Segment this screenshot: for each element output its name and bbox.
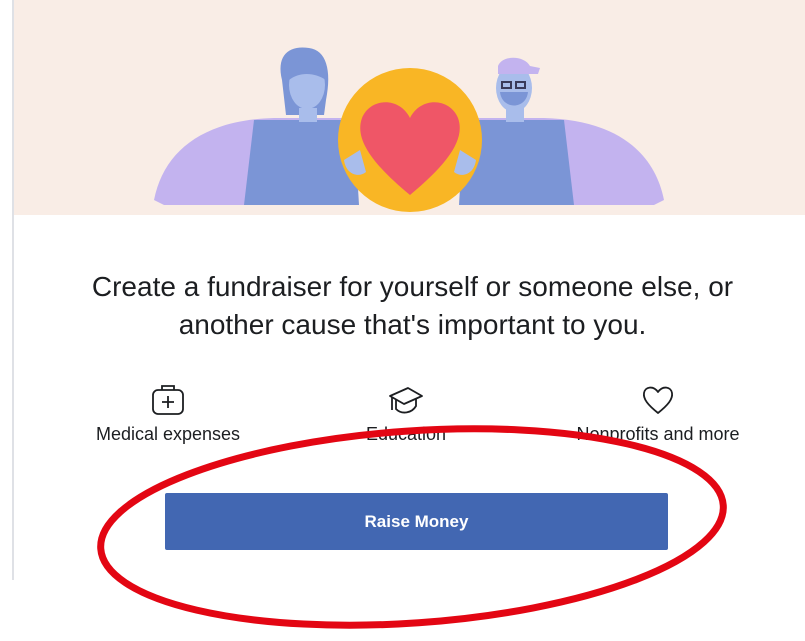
category-education[interactable]: Education xyxy=(306,382,506,452)
headline-line-1: Create a fundraiser for yourself or some… xyxy=(91,271,734,302)
category-list: Medical expenses Education Nonprofits an… xyxy=(40,382,800,452)
left-person-figure xyxy=(154,47,359,205)
fundraiser-page: Create a fundraiser for yourself or some… xyxy=(0,0,805,641)
category-medical[interactable]: Medical expenses xyxy=(68,382,268,452)
heart-coin xyxy=(338,68,482,212)
medical-kit-icon xyxy=(152,385,184,415)
hero-banner xyxy=(14,0,805,215)
right-person-figure xyxy=(459,57,664,205)
raise-money-button[interactable]: Raise Money xyxy=(165,493,668,550)
heart-icon xyxy=(643,386,673,414)
category-nonprofits[interactable]: Nonprofits and more xyxy=(546,382,770,452)
headline-line-2: another cause that's important to you. xyxy=(178,309,647,340)
category-nonprofits-label: Nonprofits and more xyxy=(576,424,740,444)
fundraiser-illustration xyxy=(154,47,664,212)
graduation-cap-icon xyxy=(389,387,423,414)
category-medical-label: Medical expenses xyxy=(95,424,241,444)
category-education-label: Education xyxy=(365,424,447,444)
headline: Create a fundraiser for yourself or some… xyxy=(20,268,805,344)
